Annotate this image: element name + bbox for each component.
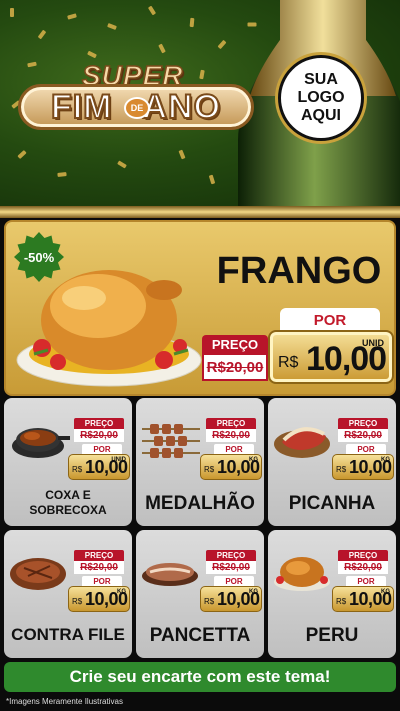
- old-price: R$20,00: [338, 429, 388, 442]
- confetti-piece: [217, 39, 227, 50]
- confetti-piece: [158, 43, 166, 54]
- confetti-piece: [57, 172, 67, 177]
- currency-symbol: R$: [204, 465, 215, 474]
- new-price-box: R$ 10,00 KG: [200, 586, 262, 612]
- price-unit: UNID: [362, 338, 384, 348]
- title-de: DE: [124, 97, 150, 119]
- preco-label: PREÇO: [202, 335, 268, 353]
- picanha-icon: [274, 427, 330, 458]
- preco-label: PREÇO: [206, 550, 256, 561]
- currency-symbol: R$: [336, 597, 347, 606]
- disclaimer-text: *Imagens Meramente Ilustrativas: [6, 697, 123, 706]
- old-price: R$20,00: [202, 353, 268, 381]
- product-card[interactable]: PREÇO R$20,00 POR R$ 10,00 KG PANCETTA: [136, 530, 264, 658]
- confetti-piece: [87, 50, 97, 59]
- product-card[interactable]: PREÇO R$20,00 POR R$ 10,00 KG MEDALHÃO: [136, 398, 264, 526]
- product-card[interactable]: PREÇO R$20,00 POR R$ 10,00 KG CONTRA FILE: [4, 530, 132, 658]
- old-price: R$20,00: [338, 561, 388, 574]
- chicken-thigh-icon: [12, 428, 70, 458]
- gold-divider: [0, 206, 400, 218]
- header-banner: SUA LOGO AQUI SUPER FIM ANO DE: [0, 0, 400, 206]
- confetti-piece: [107, 23, 117, 30]
- confetti-piece: [147, 5, 157, 16]
- title-fim: FIM: [50, 87, 113, 127]
- currency-symbol: R$: [278, 354, 299, 371]
- preco-label: PREÇO: [206, 418, 256, 429]
- cta-banner[interactable]: Crie seu encarte com este tema!: [4, 662, 396, 692]
- pancetta-icon: [142, 563, 198, 586]
- logo-line: AQUI: [301, 107, 341, 124]
- new-price-box: R$ 10,00 KG: [332, 586, 394, 612]
- featured-product-name: FRANGO: [216, 250, 382, 292]
- preco-label: PREÇO: [338, 550, 388, 561]
- currency-symbol: R$: [204, 597, 215, 606]
- price-unit: KG: [381, 589, 390, 595]
- steak-icon: [10, 558, 66, 590]
- featured-product-card[interactable]: -50% FRANGO POR PREÇO R$20,00 R$ 10,00 U…: [4, 220, 396, 396]
- new-price-box: R$ 10,00 KG: [332, 454, 394, 480]
- product-name: PANCETTA: [149, 625, 251, 646]
- confetti-piece: [67, 13, 77, 20]
- product-card[interactable]: PREÇO R$20,00 POR R$ 10,00 KG PICANHA: [268, 398, 396, 526]
- por-label: POR: [280, 308, 380, 332]
- product-card[interactable]: PREÇO R$20,00 POR R$ 10,00 UNID COXA E SOBRECOX…: [4, 398, 132, 526]
- confetti-piece: [37, 29, 47, 40]
- confetti-piece: [208, 174, 216, 185]
- price-unit: KG: [117, 589, 126, 595]
- new-price-box: R$ 10,00 UNID: [268, 330, 394, 384]
- product-name: PICANHA: [288, 493, 376, 514]
- skewers-icon: [142, 424, 200, 458]
- product-card[interactable]: PREÇO R$20,00 POR R$ 10,00 KG PERU: [268, 530, 396, 658]
- logo-placeholder: SUA LOGO AQUI: [278, 55, 364, 141]
- new-price-box: R$ 10,00 UNID: [68, 454, 130, 480]
- product-name-line: COXA E: [45, 488, 91, 502]
- old-price: R$20,00: [74, 429, 124, 442]
- confetti-piece: [10, 8, 14, 17]
- product-name-line: SOBRECOXA: [29, 503, 107, 517]
- product-name: MEDALHÃO: [145, 493, 255, 514]
- logo-line: LOGO: [297, 89, 345, 106]
- old-price: R$20,00: [74, 561, 124, 574]
- price-unit: KG: [381, 457, 390, 463]
- new-price-box: R$ 10,00 KG: [200, 454, 262, 480]
- price-unit: KG: [249, 457, 258, 463]
- product-name: COXA E SOBRECOXA: [4, 488, 132, 518]
- currency-symbol: R$: [72, 465, 83, 474]
- turkey-icon: [274, 557, 330, 591]
- confetti-piece: [189, 17, 195, 28]
- price-unit: KG: [249, 589, 258, 595]
- product-name: PERU: [305, 625, 359, 646]
- old-price: R$20,00: [206, 429, 256, 442]
- product-name: CONTRA FILE: [11, 625, 125, 644]
- logo-line: SUA: [304, 71, 338, 88]
- preco-label: PREÇO: [74, 418, 124, 429]
- new-price-box: R$ 10,00 KG: [68, 586, 130, 612]
- preco-label: PREÇO: [338, 418, 388, 429]
- confetti-piece: [117, 160, 127, 169]
- confetti-piece: [17, 149, 27, 160]
- old-price: R$20,00: [206, 561, 256, 574]
- preco-label: PREÇO: [74, 550, 124, 561]
- price-unit: UNID: [111, 457, 126, 463]
- confetti-piece: [178, 149, 186, 160]
- currency-symbol: R$: [336, 465, 347, 474]
- title-ano: ANO: [141, 87, 222, 127]
- currency-symbol: R$: [72, 597, 83, 606]
- promo-title: SUPER FIM ANO DE: [12, 59, 254, 140]
